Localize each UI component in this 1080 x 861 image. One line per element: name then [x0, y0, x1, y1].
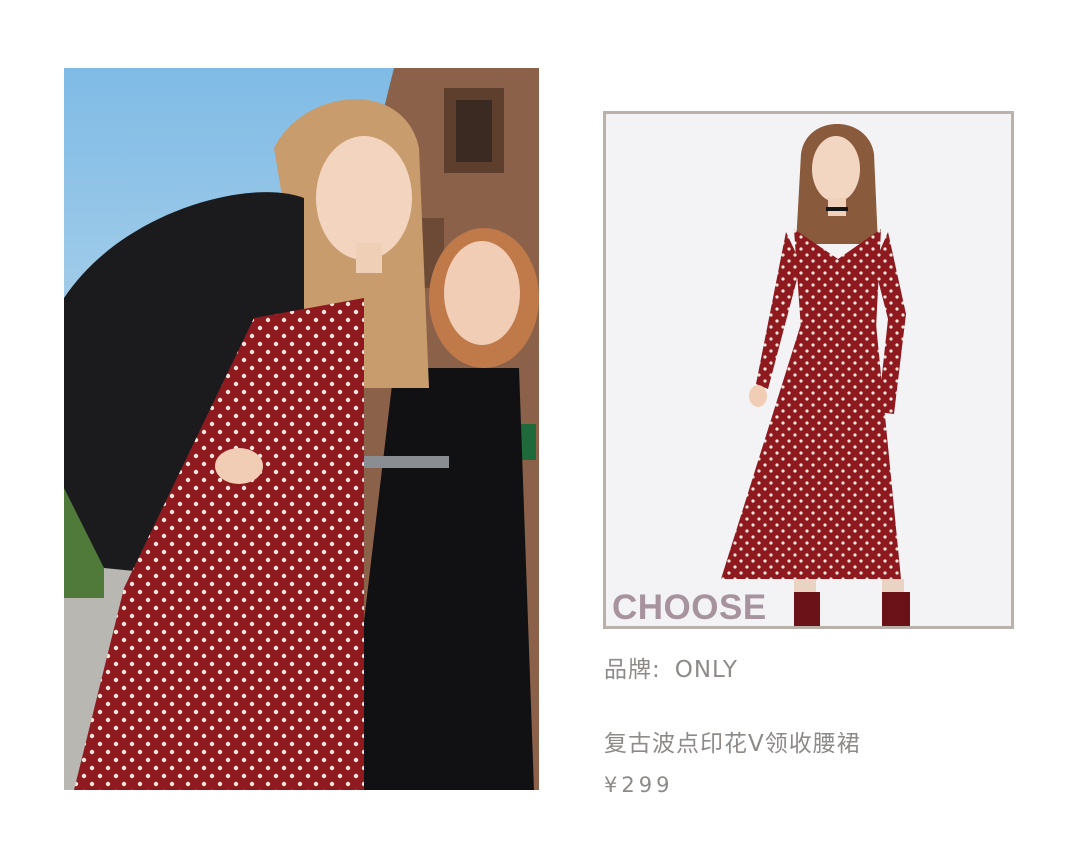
editorial-photo-illustration — [64, 68, 539, 790]
brand-value: ONLY — [674, 657, 738, 683]
editorial-photo — [64, 68, 539, 790]
product-name: 复古波点印花V领收腰裙 — [604, 731, 861, 757]
product-image-frame[interactable] — [603, 111, 1014, 629]
choose-overlay-label: CHOOSE — [612, 588, 767, 627]
product-price: ¥299 — [604, 773, 674, 797]
brand-label: 品牌: — [604, 657, 661, 683]
product-image — [606, 114, 1011, 626]
brand-line: 品牌: ONLY — [604, 655, 738, 685]
